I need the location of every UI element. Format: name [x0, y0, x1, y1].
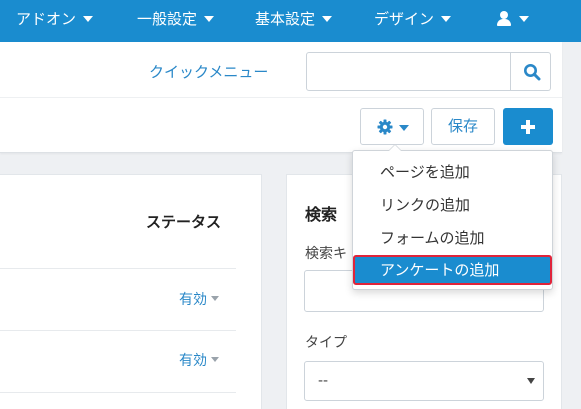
chevron-down-icon — [519, 16, 529, 22]
menu-item-add-page[interactable]: ページを追加 — [354, 158, 551, 186]
nav-basic-settings-label: 基本設定 — [255, 10, 316, 28]
add-button[interactable] — [503, 108, 553, 145]
status-toggle-row-1[interactable]: 有効 — [179, 289, 219, 309]
menu-item-add-link[interactable]: リンクの追加 — [354, 191, 551, 219]
search-icon — [524, 64, 541, 81]
chevron-down-icon — [211, 357, 219, 362]
status-value: 有効 — [179, 292, 207, 308]
row-divider — [0, 330, 236, 331]
type-label: タイプ — [305, 335, 347, 351]
menu-item-add-form[interactable]: フォームの追加 — [354, 224, 551, 252]
search-button[interactable] — [511, 52, 551, 91]
nav-general-settings-menu[interactable]: 一般設定 — [137, 0, 215, 42]
menu-item-add-survey[interactable]: アンケートの追加 — [353, 255, 552, 285]
nav-design-label: デザイン — [374, 10, 435, 28]
chevron-down-icon — [83, 16, 94, 22]
gear-icon — [377, 119, 393, 135]
keyword-label: 検索キ — [305, 246, 347, 262]
chevron-down-icon — [204, 16, 215, 22]
chevron-down-icon — [322, 16, 333, 22]
nav-user-menu[interactable] — [496, 0, 529, 42]
status-toggle-row-2[interactable]: 有効 — [179, 350, 219, 370]
settings-dropdown-button[interactable] — [360, 108, 424, 145]
select-arrow-icon — [527, 378, 535, 384]
row-divider — [0, 268, 236, 269]
nav-addon-menu[interactable]: アドオン — [16, 0, 94, 42]
type-select-value: -- — [318, 373, 329, 389]
quick-menu-link[interactable]: クイックメニュー — [149, 61, 268, 82]
chevron-down-icon — [441, 16, 452, 22]
chevron-down-icon — [399, 125, 409, 131]
search-input[interactable] — [306, 52, 511, 91]
content-list-card — [0, 174, 262, 409]
status-column-header: ステータス — [146, 213, 222, 231]
chevron-down-icon — [211, 296, 219, 301]
nav-general-settings-label: 一般設定 — [137, 10, 198, 28]
top-nav: アドオン 一般設定 基本設定 デザイン — [0, 0, 581, 42]
row-divider — [0, 392, 236, 393]
nav-addon-label: アドオン — [16, 10, 77, 28]
header-divider — [0, 97, 562, 98]
save-button[interactable]: 保存 — [431, 108, 495, 145]
nav-design-menu[interactable]: デザイン — [374, 0, 452, 42]
status-value: 有効 — [179, 353, 207, 369]
search-panel-title: 検索 — [305, 205, 338, 224]
add-content-dropdown: ページを追加 リンクの追加 フォームの追加 アンケートの追加 — [352, 144, 553, 290]
user-icon — [496, 11, 512, 26]
type-select[interactable]: -- — [304, 361, 544, 401]
nav-basic-settings-menu[interactable]: 基本設定 — [255, 0, 333, 42]
